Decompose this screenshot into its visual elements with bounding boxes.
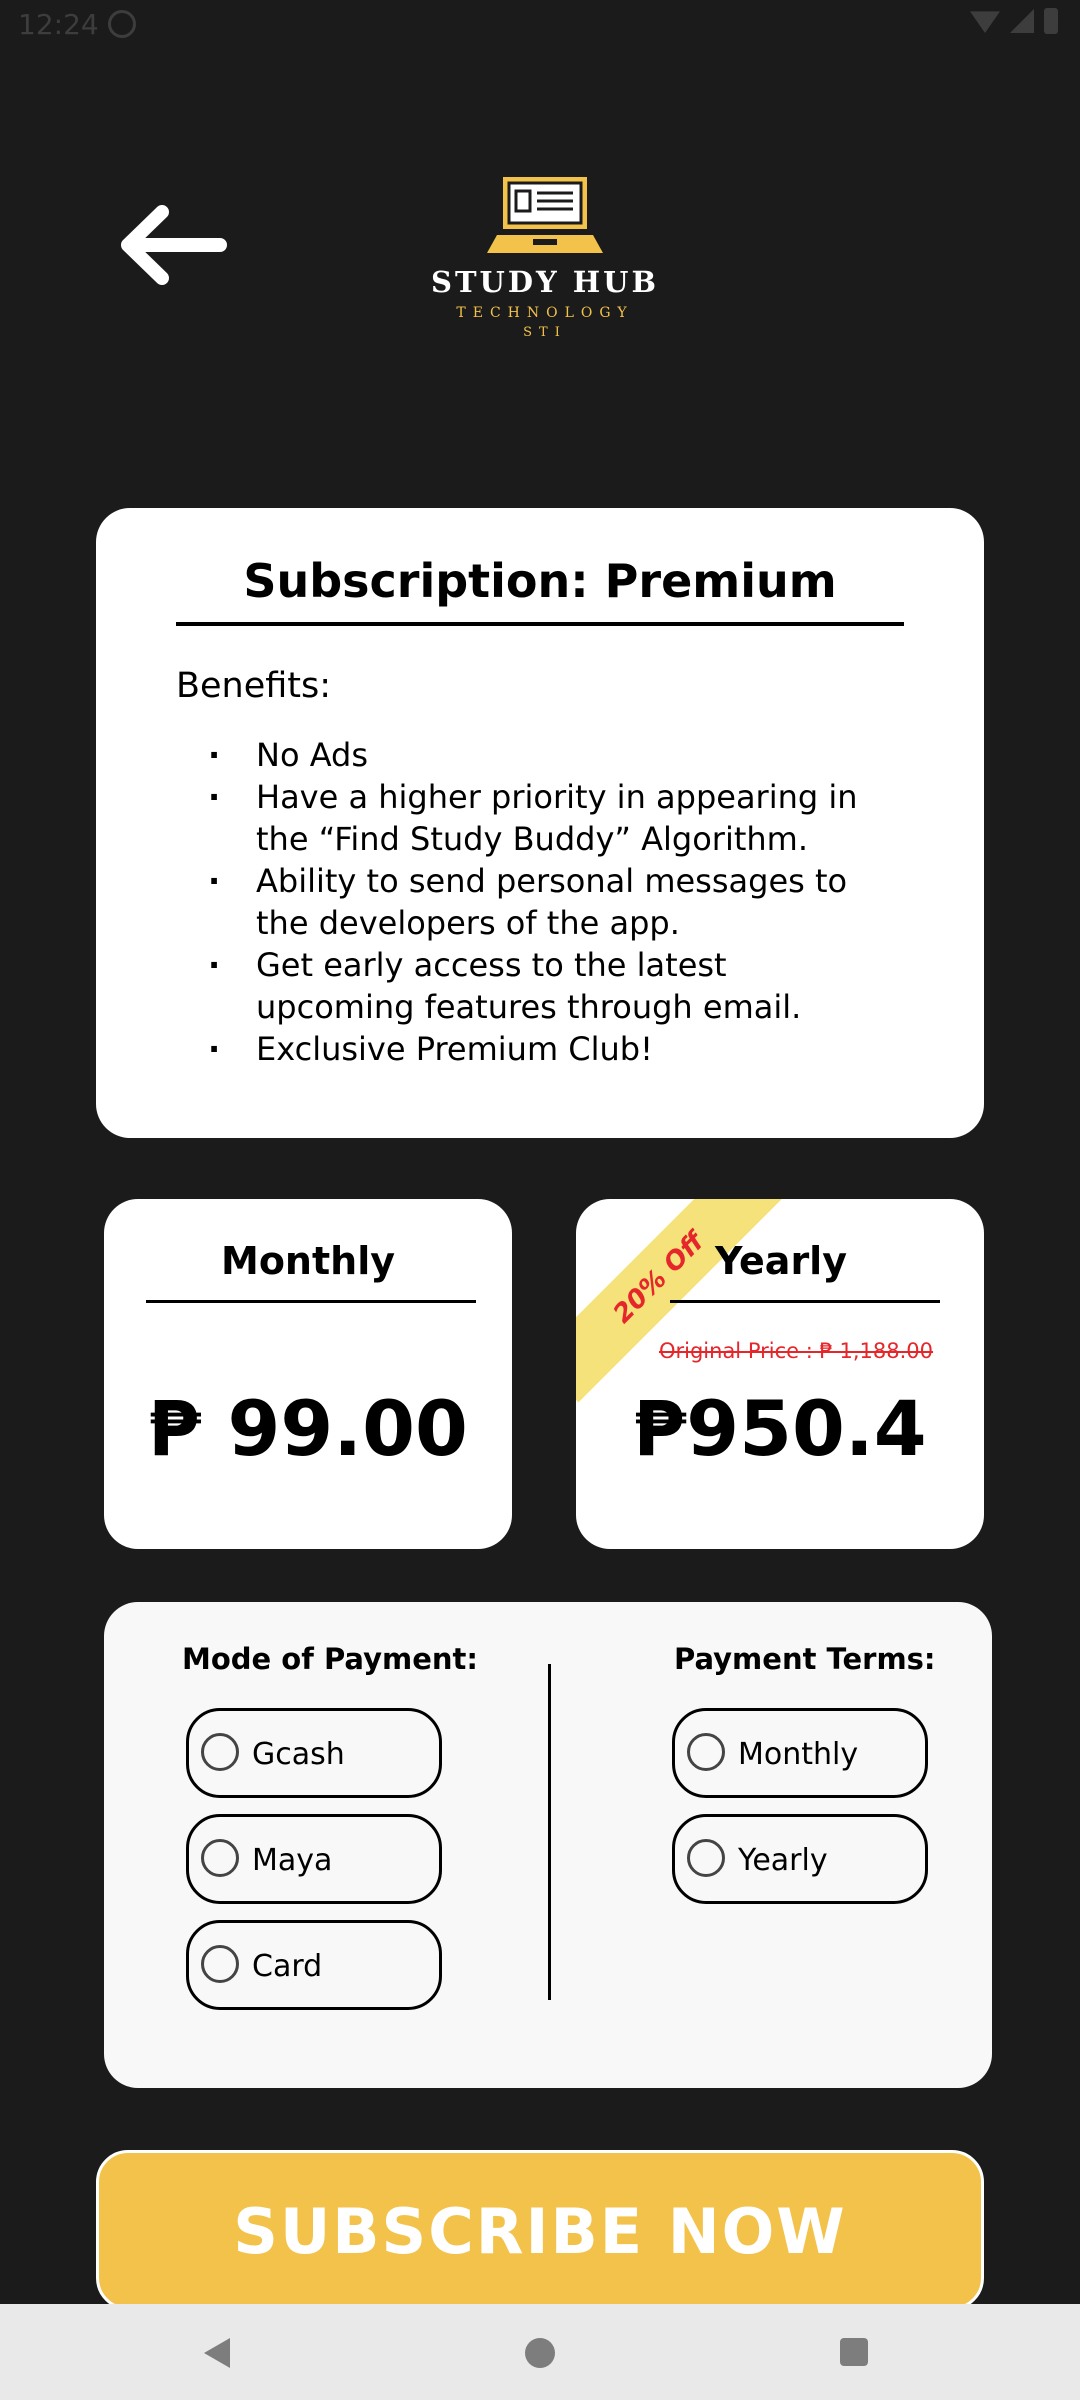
plan-name-yearly: Yearly	[715, 1239, 847, 1283]
option-label: Monthly	[738, 1737, 859, 1772]
nav-home-icon[interactable]	[525, 2338, 555, 2368]
monthly-plan-card[interactable]: Monthly ₱ 99.00	[104, 1199, 512, 1549]
wifi-icon	[970, 11, 1000, 33]
signal-icon	[1010, 9, 1034, 33]
nav-recents-icon[interactable]	[840, 2338, 868, 2366]
logo-subtitle: TECHNOLOGY	[456, 305, 634, 321]
subscribe-now-button[interactable]: SUBSCRIBE NOW	[96, 2150, 984, 2310]
option-label: Yearly	[738, 1843, 828, 1878]
plan-name-monthly: Monthly	[221, 1239, 395, 1283]
battery-icon	[1044, 8, 1058, 34]
benefits-list: No Ads Have a higher priority in appeari…	[208, 734, 888, 1070]
nav-back-icon[interactable]	[204, 2338, 230, 2368]
mode-of-payment-heading: Mode of Payment:	[182, 1642, 478, 1676]
payment-option-gcash[interactable]: Gcash	[186, 1708, 442, 1798]
arrow-left-icon	[121, 205, 227, 285]
radio-icon[interactable]	[201, 1733, 239, 1771]
payment-option-maya[interactable]: Maya	[186, 1814, 442, 1904]
benefit-item: Exclusive Premium Club!	[208, 1028, 888, 1070]
benefit-item: No Ads	[208, 734, 888, 776]
payment-option-card[interactable]: Card	[186, 1920, 442, 2010]
benefits-label: Benefits:	[176, 666, 332, 706]
radio-icon[interactable]	[201, 1839, 239, 1877]
plan-divider	[146, 1300, 476, 1303]
payment-term-yearly[interactable]: Yearly	[672, 1814, 928, 1904]
system-nav-bar	[0, 2304, 1080, 2400]
app-logo: STUDY HUB TECHNOLOGY STI	[430, 175, 660, 355]
radio-icon[interactable]	[687, 1733, 725, 1771]
status-icons	[970, 8, 1058, 34]
back-button[interactable]	[120, 200, 240, 300]
benefit-item: Get early access to the latest upcoming …	[208, 944, 888, 1028]
plan-divider	[670, 1300, 940, 1303]
payment-term-monthly[interactable]: Monthly	[672, 1708, 928, 1798]
plan-price-monthly: ₱ 99.00	[148, 1384, 468, 1473]
payment-divider	[548, 1664, 551, 2000]
subscription-card: Subscription: Premium Benefits: No Ads H…	[96, 508, 984, 1138]
option-label: Gcash	[252, 1737, 345, 1772]
option-label: Maya	[252, 1843, 333, 1878]
payment-card: Mode of Payment: Payment Terms: Gcash Ma…	[104, 1602, 992, 2088]
radio-icon[interactable]	[201, 1945, 239, 1983]
status-bar: 12:24	[0, 0, 1080, 50]
payment-terms-heading: Payment Terms:	[674, 1642, 936, 1676]
logo-title: STUDY HUB	[431, 265, 659, 299]
radio-icon[interactable]	[687, 1839, 725, 1877]
title-divider	[176, 622, 904, 626]
benefit-item: Ability to send personal messages to the…	[208, 860, 888, 944]
subscription-title: Subscription: Premium	[243, 554, 837, 608]
laptop-logo-icon	[487, 177, 603, 253]
option-label: Card	[252, 1949, 323, 1984]
plan-price-yearly: ₱950.4	[633, 1384, 927, 1473]
do-not-disturb-icon	[108, 10, 136, 38]
subscribe-button-label: SUBSCRIBE NOW	[233, 2195, 847, 2268]
original-price: Original Price : ₱ 1,188.00	[658, 1339, 934, 1363]
yearly-plan-card[interactable]: 20% Off Yearly Original Price : ₱ 1,188.…	[576, 1199, 984, 1549]
logo-subtitle-sti: STI	[523, 325, 567, 340]
status-time: 12:24	[18, 8, 99, 41]
benefit-item: Have a higher priority in appearing in t…	[208, 776, 888, 860]
